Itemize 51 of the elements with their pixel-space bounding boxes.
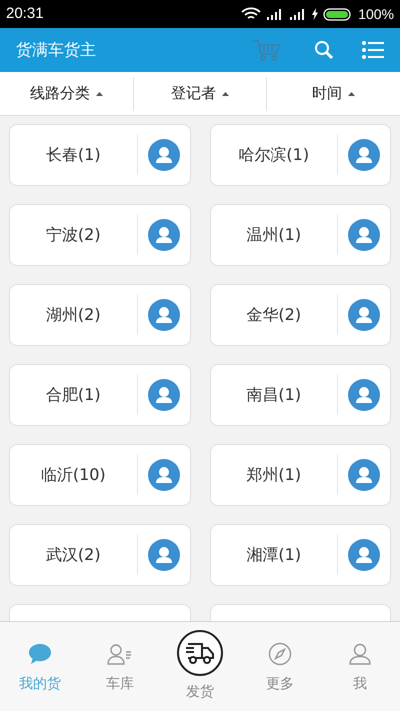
caret-icon [96,92,103,96]
menu-icon [362,41,384,59]
filter-dropdown[interactable]: 登记者 [134,72,266,115]
charging-icon [312,8,318,20]
truck-icon [185,640,215,666]
avatar-icon [148,539,180,571]
city-card[interactable]: 南昌(1) [210,364,391,426]
city-card[interactable]: 湘潭(1) [210,524,391,586]
avatar-icon [348,299,380,331]
avatar-icon [148,299,180,331]
city-card[interactable]: 郑州(1) [210,444,391,506]
contacts-icon [107,643,133,665]
avatar-icon [348,139,380,171]
app-title: 货满车货主 [16,39,97,61]
search-icon [314,40,334,60]
menu-button[interactable] [362,41,384,59]
caret-icon [222,92,229,96]
avatar-icon [148,459,180,491]
city-card[interactable]: 哈尔滨(1) [210,124,391,186]
avatar-icon [348,379,380,411]
cart-icon [252,38,282,62]
avatar-icon [348,219,380,251]
city-card[interactable]: 临沂(10) [9,444,190,506]
city-card[interactable]: 湖州(2) [9,284,190,346]
tab-label: 更多 [266,675,294,694]
tab-label: 我的货 [19,675,61,694]
chat-icon [28,643,52,665]
city-card[interactable]: 武汉(2) [9,524,190,586]
city-card[interactable]: 金华(2) [210,284,391,346]
tab-label: 车库 [106,675,134,694]
person-icon [349,643,371,665]
search-button[interactable] [314,40,334,60]
battery-percent: 100% [358,4,394,24]
city-card[interactable]: 宁波(2) [9,204,190,266]
avatar-icon [148,379,180,411]
avatar-icon [148,219,180,251]
caret-icon [348,92,356,96]
compass-icon [268,642,292,666]
filter-dropdown[interactable]: 时间 [267,72,400,115]
status-time: 20:31 [6,4,44,24]
filter-dropdown[interactable]: 线路分类 [0,72,133,115]
avatar-icon [148,139,180,171]
city-card[interactable]: 长春(1) [9,124,190,186]
wifi-icon [241,7,262,21]
battery-icon [323,8,354,20]
city-card[interactable]: 合肥(1) [9,364,190,426]
avatar-icon [348,539,380,571]
tab-label: 发货 [186,683,214,702]
avatar-icon [348,459,380,491]
city-card[interactable]: 温州(1) [210,204,391,266]
tab-label: 我 [353,675,367,694]
